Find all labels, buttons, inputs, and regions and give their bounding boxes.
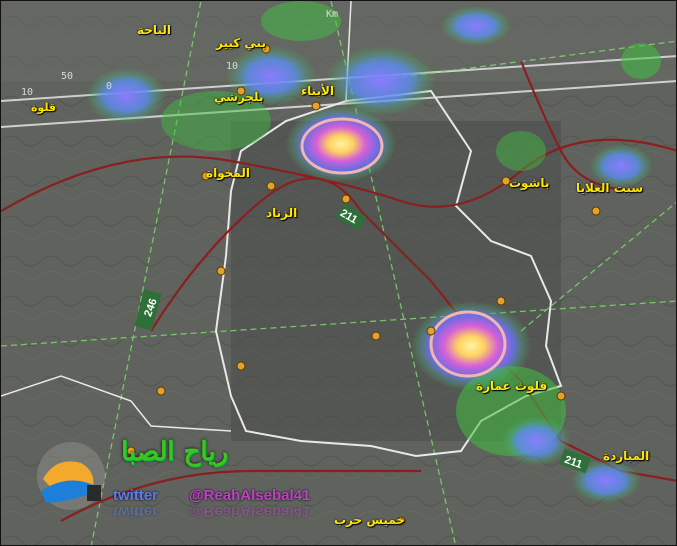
scale-label: 0: [106, 81, 113, 92]
place-label-qilwa: قلوة: [31, 101, 57, 114]
scale-label: 50: [61, 71, 74, 82]
place-label-alzinad: الزناد: [266, 206, 298, 220]
place-label-bashut: باشوت: [509, 176, 550, 190]
place-label-albaha: الباحة: [137, 23, 171, 37]
twitter-label-reflection: twitter: [113, 503, 158, 520]
map-frame: 211 246 211 10 50 0 10 Km الباحة بني كبي…: [0, 0, 677, 546]
place-label-bani-kabir: بني كبير: [216, 36, 266, 50]
scale-label: 10: [226, 61, 239, 72]
twitter-handle-reflection: @ReahAlsebal41: [189, 503, 311, 520]
place-label-qunfudh-imara: قلوث عمارة: [476, 379, 548, 393]
place-label-baljurashi: بلجرشي: [214, 90, 264, 104]
place-label-khamis-harb: خميس حرب: [334, 513, 405, 527]
place-label-alabna: الأبناء: [301, 84, 335, 98]
branding-block: رياح الصبا twitter @ReahAlsebal41 twitte…: [29, 429, 329, 529]
place-label-almikhwah: المخواة: [206, 166, 251, 180]
place-label-almuradah: المباردة: [603, 449, 650, 463]
twitter-handle: @ReahAlsebal41: [189, 487, 311, 504]
place-label-sabt-alalaya: سبت العلايا: [576, 181, 644, 195]
brand-title: رياح الصبا: [121, 437, 229, 467]
scale-label: Km: [326, 9, 339, 20]
twitter-label: twitter: [113, 487, 158, 504]
scale-label: 10: [21, 87, 34, 98]
